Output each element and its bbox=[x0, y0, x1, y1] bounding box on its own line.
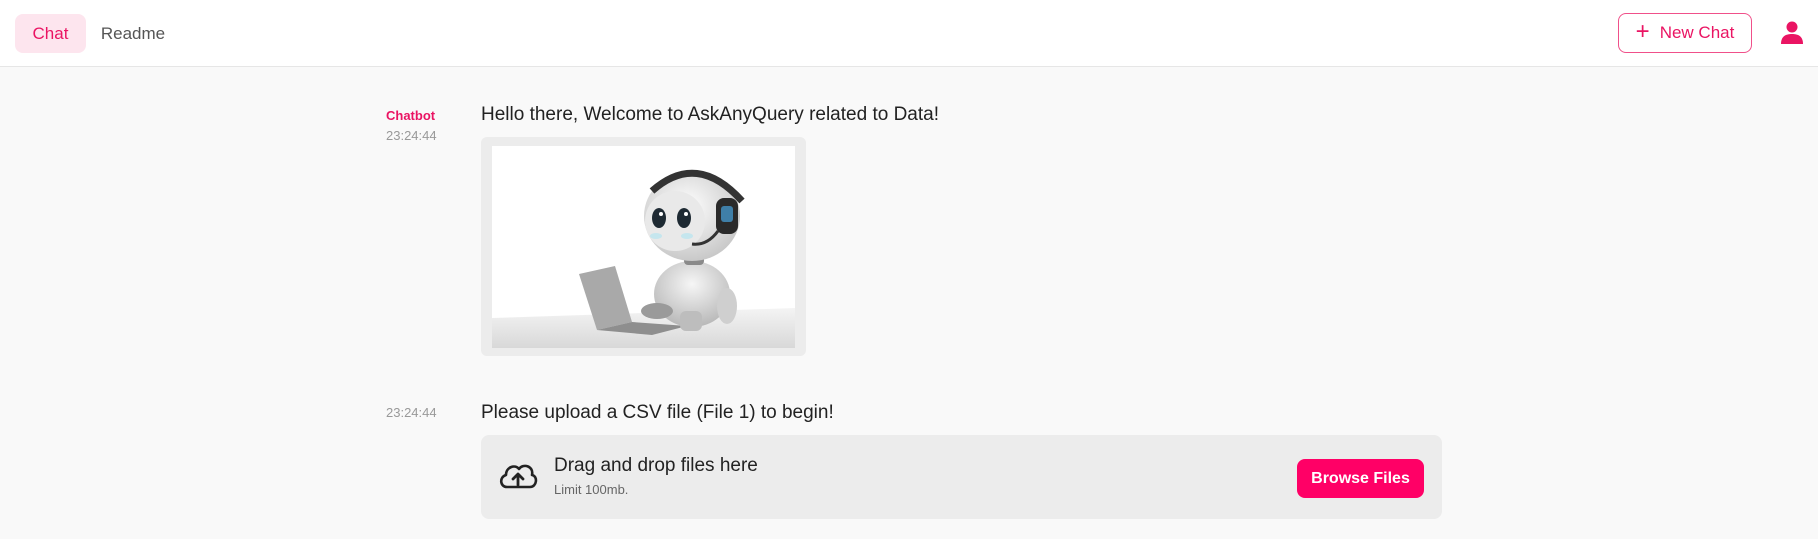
tab-readme[interactable]: Readme bbox=[95, 14, 171, 53]
robot-image bbox=[492, 146, 795, 348]
message-text: Please upload a CSV file (File 1) to beg… bbox=[481, 402, 834, 423]
new-chat-button[interactable]: + New Chat bbox=[1618, 13, 1752, 53]
top-bar: Chat Readme + New Chat bbox=[0, 0, 1818, 67]
browse-files-button[interactable]: Browse Files bbox=[1297, 459, 1424, 498]
message-author: Chatbot bbox=[386, 108, 436, 123]
user-icon[interactable] bbox=[1780, 20, 1804, 46]
message-timestamp: 23:24:44 bbox=[386, 405, 437, 420]
message-image-card bbox=[481, 137, 806, 356]
tab-chat[interactable]: Chat bbox=[15, 14, 86, 53]
dropzone-limit: Limit 100mb. bbox=[554, 482, 629, 497]
dropzone-title: Drag and drop files here bbox=[554, 455, 758, 476]
plus-icon: + bbox=[1635, 18, 1650, 45]
message-meta: 23:24:44 bbox=[386, 405, 437, 420]
message-timestamp: 23:24:44 bbox=[386, 128, 437, 143]
file-dropzone[interactable]: Drag and drop files here Limit 100mb. Br… bbox=[481, 435, 1442, 519]
new-chat-label: New Chat bbox=[1659, 23, 1735, 42]
message-text: Hello there, Welcome to AskAnyQuery rela… bbox=[481, 104, 939, 125]
message-meta: Chatbot 23:24:44 bbox=[386, 108, 437, 143]
cloud-upload-icon bbox=[499, 464, 538, 489]
